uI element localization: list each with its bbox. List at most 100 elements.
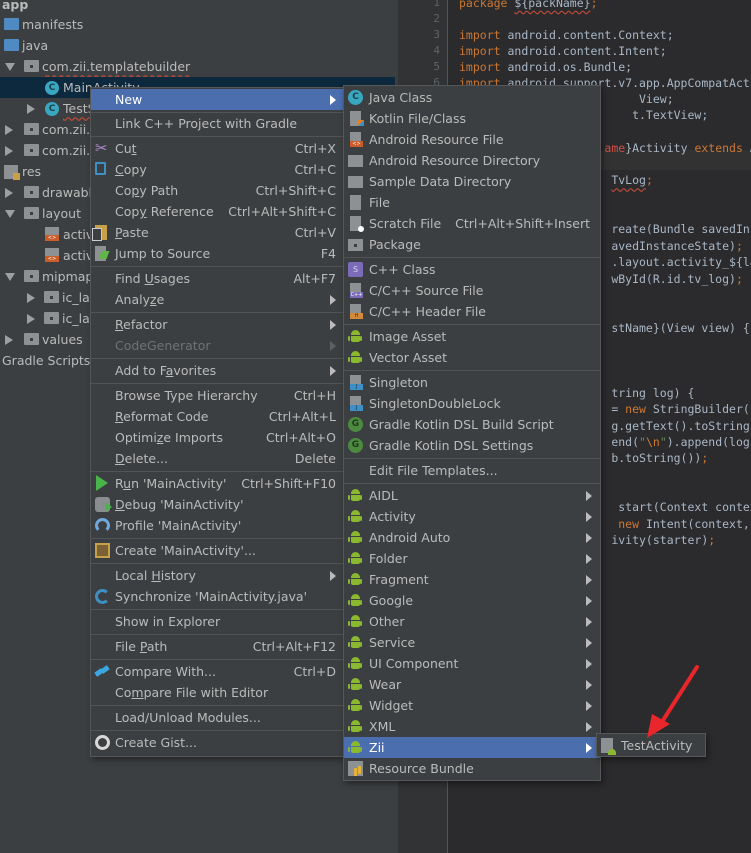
menu-item-c-c-source-file[interactable]: C/C++ Source File [344,280,600,301]
menu-item-android-auto[interactable]: Android Auto [344,527,600,548]
menu-item-activity[interactable]: Activity [344,506,600,527]
menu-item-package[interactable]: Package [344,234,600,255]
menu-item-android-resource-directory[interactable]: Android Resource Directory [344,150,600,171]
line-number: 3 [433,28,440,41]
tree-item[interactable]: com.zii.templatebuilder [0,56,395,77]
code-line: import android.os.Bundle; [459,60,633,74]
expand-arrow-right-icon[interactable] [5,146,13,156]
menu-item-android-resource-file[interactable]: Android Resource File [344,129,600,150]
menu-item-edit-file-templates[interactable]: Edit File Templates... [344,460,600,481]
menu-separator [91,383,344,384]
menu-item-sample-data-directory[interactable]: Sample Data Directory [344,171,600,192]
menu-item-refactor[interactable]: Refactor [91,314,344,335]
menu-item-java-class[interactable]: C Java Class [344,87,600,108]
package-folder-icon [24,270,39,282]
menu-item-label: Link C++ Project with Gradle [115,116,298,131]
menu-item-reformat-code[interactable]: Reformat Code Ctrl+Alt+L [91,406,344,427]
menu-item-wear[interactable]: Wear [344,674,600,695]
menu-item-xml[interactable]: XML [344,716,600,737]
j-file-icon [350,375,363,390]
menu-item-compare-with[interactable]: Compare With... Ctrl+D [91,661,344,682]
menu-separator [91,609,344,610]
menu-item-fragment[interactable]: Fragment [344,569,600,590]
menu-item-kotlin-file-class[interactable]: Kotlin File/Class [344,108,600,129]
menu-item-debug-mainactivity[interactable]: Debug 'MainActivity' [91,494,344,515]
menu-item-shortcut: Ctrl+Shift+F10 [241,476,336,491]
menu-item-local-history[interactable]: Local History [91,565,344,586]
menu-item-cut[interactable]: ✂ Cut Ctrl+X [91,138,344,159]
expand-arrow-right-icon[interactable] [27,314,35,324]
menu-item-gradle-kotlin-dsl-build-script[interactable]: G Gradle Kotlin DSL Build Script [344,414,600,435]
menu-item-link-c-project-with-gradle[interactable]: Link C++ Project with Gradle [91,113,344,134]
menu-item-aidl[interactable]: AIDL [344,485,600,506]
menu-item-create-mainactivity[interactable]: Create 'MainActivity'... [91,540,344,561]
menu-item-c-c-header-file[interactable]: C/C++ Header File [344,301,600,322]
menu-item-folder[interactable]: Folder [344,548,600,569]
cpp-file-icon [350,283,363,298]
menu-item-jump-to-source[interactable]: Jump to Source F4 [91,243,344,264]
menu-item-vector-asset[interactable]: Vector Asset [344,347,600,368]
menu-item-google[interactable]: Google [344,590,600,611]
menu-item-analyze[interactable]: Analyze [91,289,344,310]
java-class-icon: C [45,81,59,95]
menu-item-delete[interactable]: Delete... Delete [91,448,344,469]
code-line: import android.content.Intent; [459,44,667,58]
folder-icon [348,155,363,167]
menu-item-label: Create Gist... [115,735,198,750]
expand-arrow-right-icon[interactable] [5,125,13,135]
menu-item-ui-component[interactable]: UI Component [344,653,600,674]
menu-item-image-asset[interactable]: Image Asset [344,326,600,347]
package-folder-icon [24,144,39,156]
menu-item-show-in-explorer[interactable]: Show in Explorer [91,611,344,632]
menu-item-new[interactable]: New [91,89,344,110]
menu-item-singleton[interactable]: Singleton [344,372,600,393]
expand-arrow-down-icon[interactable] [5,63,15,71]
tree-item[interactable]: manifests [0,14,395,35]
menu-item-run-mainactivity[interactable]: Run 'MainActivity' Ctrl+Shift+F10 [91,473,344,494]
menu-item-c-class[interactable]: S C++ Class [344,259,600,280]
menu-item-browse-type-hierarchy[interactable]: Browse Type Hierarchy Ctrl+H [91,385,344,406]
menu-item-zii[interactable]: Zii [344,737,600,758]
jump-icon [95,246,106,261]
menu-item-service[interactable]: Service [344,632,600,653]
expand-arrow-right-icon[interactable] [27,293,35,303]
menu-item-scratch-file[interactable]: Scratch File Ctrl+Alt+Shift+Insert [344,213,600,234]
expand-arrow-right-icon[interactable] [5,188,13,198]
menu-item-copy-reference[interactable]: Copy Reference Ctrl+Alt+Shift+C [91,201,344,222]
expand-arrow-down-icon[interactable] [5,273,15,281]
tree-item[interactable]: app [0,0,395,15]
menu-item-find-usages[interactable]: Find Usages Alt+F7 [91,268,344,289]
android-icon [348,677,363,692]
menu-item-label: Debug 'MainActivity' [115,497,244,512]
expand-arrow-right-icon[interactable] [5,335,13,345]
submenu-arrow-icon [586,491,592,501]
menu-item-compare-file-with-editor[interactable]: Compare File with Editor [91,682,344,703]
menu-item-label: AIDL [369,488,398,503]
menu-item-testactivity[interactable]: TestActivity [597,735,705,756]
menu-item-other[interactable]: Other [344,611,600,632]
menu-item-create-gist[interactable]: Create Gist... [91,732,344,753]
menu-item-widget[interactable]: Widget [344,695,600,716]
menu-item-copy[interactable]: Copy Ctrl+C [91,159,344,180]
menu-item-label: Compare File with Editor [115,685,269,700]
menu-item-resource-bundle[interactable]: Resource Bundle [344,758,600,779]
menu-item-gradle-kotlin-dsl-settings[interactable]: G Gradle Kotlin DSL Settings [344,435,600,456]
menu-item-copy-path[interactable]: Copy Path Ctrl+Shift+C [91,180,344,201]
tree-item-label: java [22,38,49,53]
android-icon [348,572,363,587]
menu-item-singletondoublelock[interactable]: SingletonDoubleLock [344,393,600,414]
menu-item-file[interactable]: File [344,192,600,213]
menu-item-label: Other [369,614,405,629]
expand-arrow-down-icon[interactable] [5,210,15,218]
submenu-arrow-icon [586,512,592,522]
menu-item-optimize-imports[interactable]: Optimize Imports Ctrl+Alt+O [91,427,344,448]
menu-item-synchronize-mainactivity-java[interactable]: Synchronize 'MainActivity.java' [91,586,344,607]
expand-arrow-right-icon[interactable] [27,104,35,114]
menu-item-add-to-favorites[interactable]: Add to Favorites [91,360,344,381]
menu-item-label: Widget [369,698,414,713]
menu-item-load-unload-modules[interactable]: Load/Unload Modules... [91,707,344,728]
menu-item-file-path[interactable]: File Path Ctrl+Alt+F12 [91,636,344,657]
menu-item-profile-mainactivity[interactable]: Profile 'MainActivity' [91,515,344,536]
menu-item-paste[interactable]: Paste Ctrl+V [91,222,344,243]
tree-item[interactable]: java [0,35,395,56]
